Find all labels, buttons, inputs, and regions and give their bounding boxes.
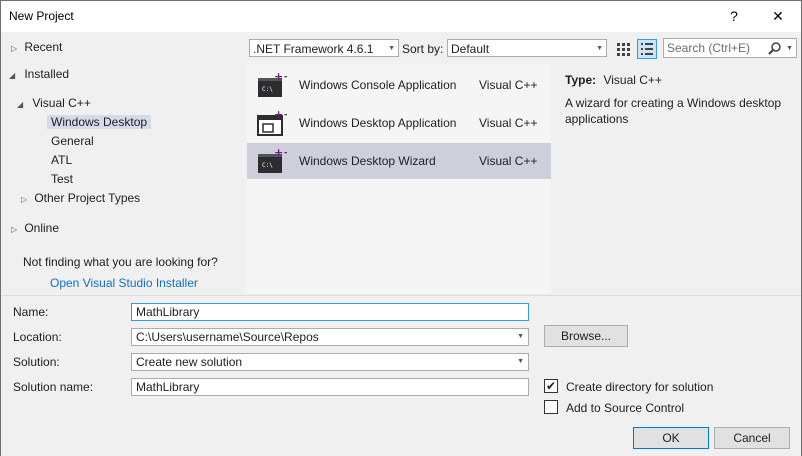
search-icon: [768, 42, 781, 55]
desktop-app-icon: ++: [257, 109, 287, 136]
tree-node-visual-cpp[interactable]: ◢ Visual C++: [17, 94, 91, 112]
svg-text:++: ++: [274, 71, 287, 83]
template-language: Visual C++: [479, 154, 538, 168]
title-bar: New Project ? ✕: [1, 1, 801, 32]
expand-arrow-icon: ▷: [11, 44, 18, 53]
close-button[interactable]: ✕: [757, 1, 799, 32]
tree-node-label: Online: [24, 221, 60, 235]
tree-node-test[interactable]: Test: [51, 170, 73, 188]
create-directory-checkbox[interactable]: ✔: [544, 379, 558, 393]
framework-select-value: .NET Framework 4.6.1: [253, 42, 374, 56]
list-view-icon: [641, 43, 653, 55]
chevron-down-icon: ▼: [517, 333, 524, 340]
svg-text:++: ++: [274, 109, 287, 121]
ok-button[interactable]: OK: [633, 427, 709, 449]
source-control-checkbox[interactable]: [544, 400, 558, 414]
template-toolbar: .NET Framework 4.6.1 ▼ Sort by: Default …: [245, 36, 801, 60]
template-description: A wizard for creating a Windows desktop …: [565, 96, 782, 126]
solution-name-field[interactable]: MathLibrary: [131, 378, 529, 396]
name-label: Name:: [13, 305, 49, 319]
template-tree: ▷ Recent ◢ Installed ◢ Visual C++ Window…: [1, 32, 245, 294]
chevron-down-icon: ▼: [388, 45, 395, 52]
chevron-down-icon: ▼: [596, 45, 603, 52]
wizard-icon: C:\ ++: [258, 147, 287, 173]
chevron-down-icon: ▼: [517, 358, 524, 365]
tree-node-general[interactable]: General: [51, 132, 94, 150]
location-field[interactable]: C:\Users\username\Source\Repos ▼: [131, 328, 529, 346]
tree-node-windows-desktop[interactable]: Windows Desktop: [47, 113, 152, 131]
tree-node-label: Test: [51, 172, 74, 186]
framework-select[interactable]: .NET Framework 4.6.1 ▼: [249, 39, 399, 57]
new-project-dialog: New Project ? ✕ ▷ Recent ◢ Installed ◢ V…: [0, 0, 802, 456]
template-language: Visual C++: [479, 78, 538, 92]
template-item-selected[interactable]: C:\ ++ Windows Desktop Wizard Visual C++: [247, 143, 551, 179]
tree-node-atl[interactable]: ATL: [51, 151, 72, 169]
checkmark-icon: ✔: [545, 379, 557, 393]
template-item[interactable]: ++ Windows Desktop Application Visual C+…: [247, 105, 551, 141]
expand-arrow-icon: ▷: [11, 225, 18, 234]
tree-node-label: ATL: [51, 153, 73, 167]
cancel-button[interactable]: Cancel: [714, 427, 790, 449]
template-list: C:\ ++ Windows Console Application Visua…: [247, 64, 551, 294]
console-app-icon: C:\ ++: [258, 71, 287, 97]
not-finding-text: Not finding what you are looking for?: [23, 255, 218, 269]
expand-arrow-icon: ▷: [21, 195, 28, 204]
tree-node-installed[interactable]: ◢ Installed: [9, 65, 69, 83]
type-value: Visual C++: [603, 73, 662, 87]
search-box[interactable]: Search (Ctrl+E) ▼: [663, 38, 797, 58]
help-button[interactable]: ?: [713, 1, 755, 32]
template-details: Type: Visual C++ A wizard for creating a…: [553, 64, 799, 294]
template-item[interactable]: C:\ ++ Windows Console Application Visua…: [247, 67, 551, 103]
type-label: Type:: [565, 73, 597, 87]
grid-view-icon: [617, 43, 630, 56]
template-language: Visual C++: [479, 116, 538, 130]
template-name: Windows Desktop Wizard: [299, 154, 436, 168]
dialog-title: New Project: [9, 9, 74, 23]
tree-node-label: Windows Desktop: [47, 115, 152, 129]
sort-by-label: Sort by:: [402, 42, 444, 56]
tree-node-label: General: [51, 134, 94, 148]
solution-name-field-value: MathLibrary: [136, 380, 200, 394]
location-field-value: C:\Users\username\Source\Repos: [136, 330, 319, 344]
tree-node-recent[interactable]: ▷ Recent: [11, 38, 62, 56]
source-control-label: Add to Source Control: [566, 401, 685, 415]
template-name: Windows Desktop Application: [299, 116, 457, 130]
solution-label: Solution:: [13, 355, 60, 369]
project-form: Name: MathLibrary Location: C:\Users\use…: [1, 295, 801, 456]
open-installer-link[interactable]: Open Visual Studio Installer: [50, 274, 198, 292]
svg-text:C:\: C:\: [262, 86, 273, 93]
collapse-arrow-icon: ◢: [17, 100, 24, 109]
chevron-down-icon: ▼: [786, 45, 793, 52]
list-view-button[interactable]: [637, 39, 657, 59]
tree-node-online[interactable]: ▷ Online: [11, 219, 59, 237]
tree-node-label: Installed: [24, 67, 70, 81]
name-field-value: MathLibrary: [136, 305, 200, 319]
tree-node-label: Other Project Types: [34, 191, 141, 205]
browse-button[interactable]: Browse...: [544, 325, 628, 347]
location-label: Location:: [13, 330, 62, 344]
small-icons-view-button[interactable]: [613, 39, 633, 59]
svg-text:C:\: C:\: [262, 162, 273, 169]
tree-node-label: Recent: [24, 40, 63, 54]
search-input[interactable]: Search (Ctrl+E): [667, 41, 750, 55]
sort-select-value: Default: [451, 42, 490, 56]
collapse-arrow-icon: ◢: [9, 71, 16, 80]
sort-select[interactable]: Default ▼: [447, 39, 607, 57]
tree-node-label: Visual C++: [32, 96, 91, 110]
solution-select-value: Create new solution: [136, 355, 243, 369]
tree-node-other-project-types[interactable]: ▷ Other Project Types: [21, 189, 140, 207]
svg-text:++: ++: [274, 147, 287, 159]
type-row: Type: Visual C++: [565, 73, 662, 87]
create-directory-label: Create directory for solution: [566, 380, 714, 394]
solution-select[interactable]: Create new solution ▼: [131, 353, 529, 371]
template-name: Windows Console Application: [299, 78, 457, 92]
name-field[interactable]: MathLibrary: [131, 303, 529, 321]
solution-name-label: Solution name:: [13, 380, 94, 394]
